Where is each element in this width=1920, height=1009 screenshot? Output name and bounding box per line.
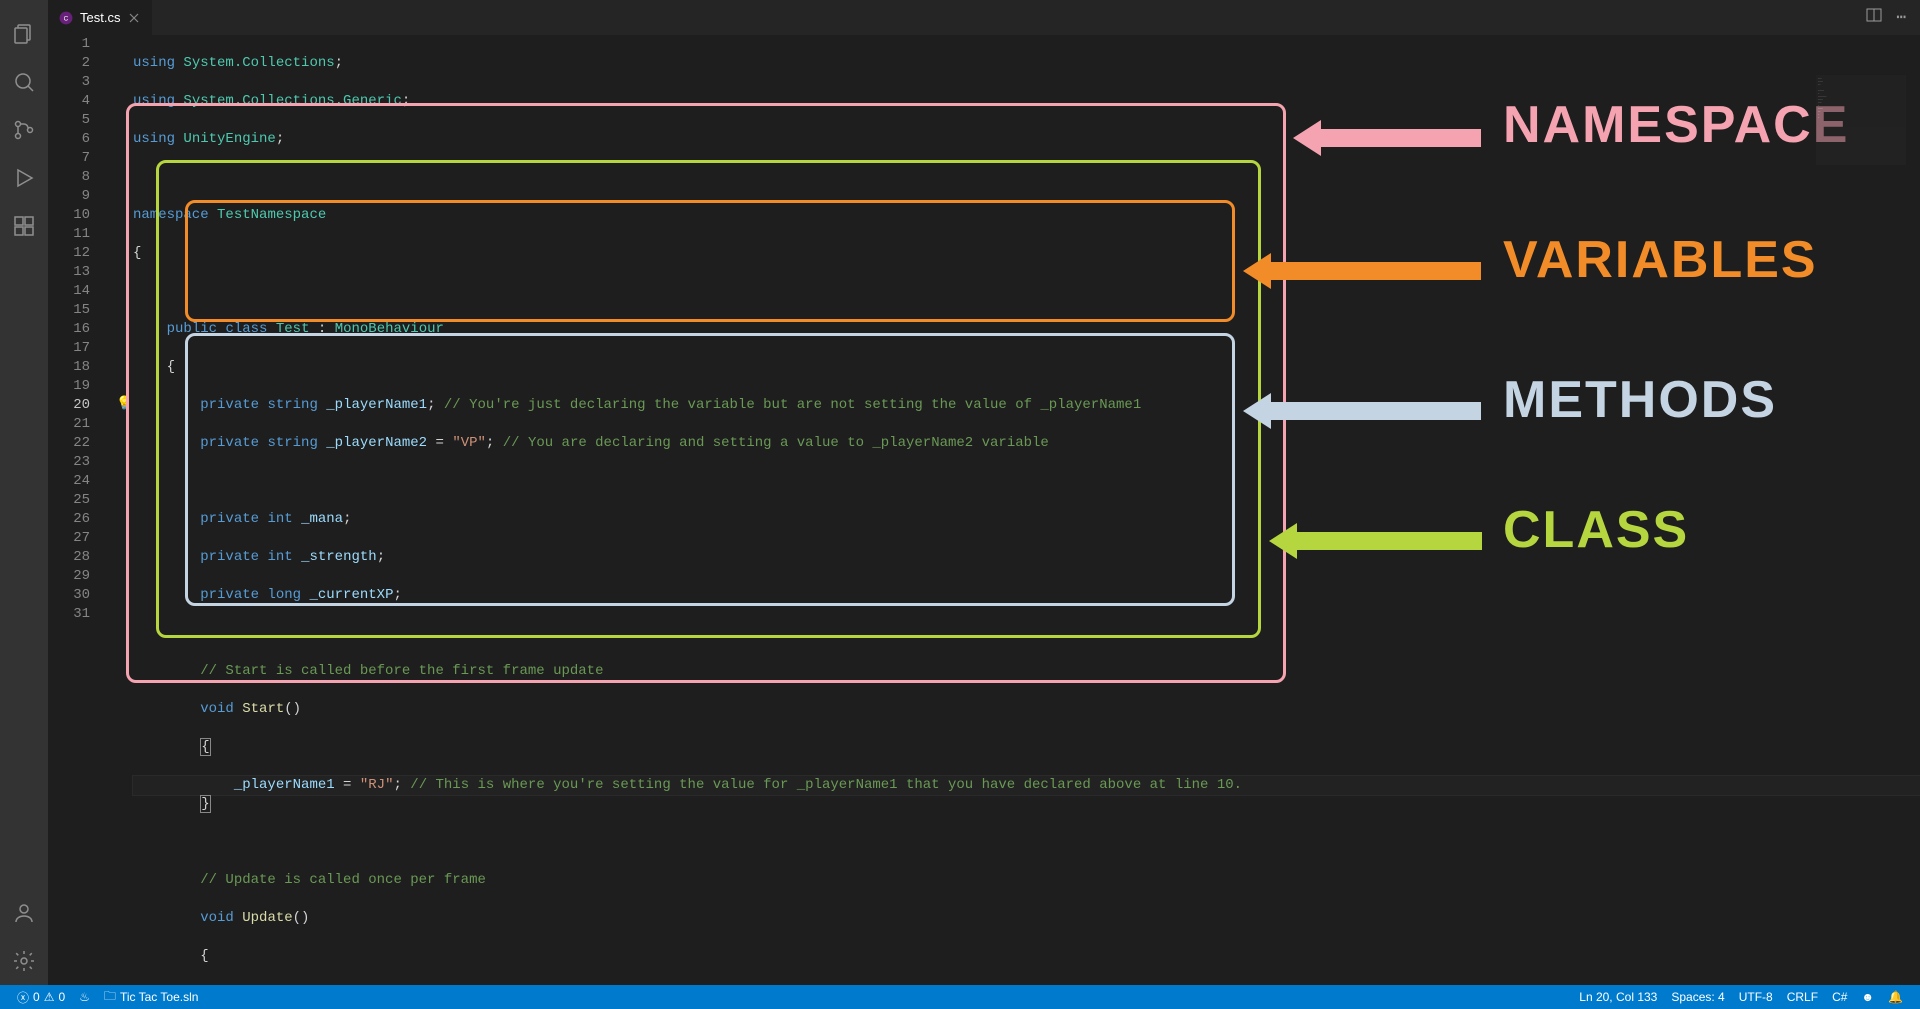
- svg-text:C: C: [64, 15, 69, 22]
- status-bar: ⓧ0 ⚠0 ♨ 🗀Tic Tac Toe.sln Ln 20, Col 133 …: [0, 985, 1920, 1009]
- split-editor-icon[interactable]: [1866, 7, 1882, 28]
- class-arrow: [1269, 523, 1482, 559]
- status-spaces[interactable]: Spaces: 4: [1664, 990, 1731, 1004]
- tab-actions: ⋯: [1866, 7, 1920, 28]
- close-icon[interactable]: [126, 10, 142, 26]
- error-icon: ⓧ: [17, 989, 29, 1006]
- status-errors[interactable]: ⓧ0 ⚠0: [10, 989, 72, 1006]
- tab-bar: C Test.cs ⋯: [48, 0, 1920, 35]
- run-debug-icon[interactable]: [0, 154, 48, 202]
- extensions-icon[interactable]: [0, 202, 48, 250]
- class-label: CLASS: [1503, 500, 1689, 560]
- status-encoding[interactable]: UTF-8: [1732, 990, 1780, 1004]
- csharp-file-icon: C: [58, 10, 74, 26]
- folder-icon: 🗀: [104, 987, 116, 1008]
- tab-test-cs[interactable]: C Test.cs: [48, 0, 152, 35]
- variables-label: VARIABLES: [1503, 230, 1818, 290]
- namespace-label: NAMESPACE: [1503, 95, 1849, 155]
- files-icon[interactable]: [0, 10, 48, 58]
- namespace-arrow: [1293, 120, 1481, 156]
- search-icon[interactable]: [0, 58, 48, 106]
- line-gutter: 1234567891011121314151617181920212223242…: [48, 35, 108, 624]
- feedback-icon[interactable]: ☻: [1854, 990, 1881, 1004]
- warning-icon: ⚠: [44, 990, 55, 1004]
- status-solution[interactable]: 🗀Tic Tac Toe.sln: [97, 987, 206, 1008]
- minimap[interactable]: ▬▬▬▬▬▬▬▬▬▬▬▬▬▬▬▬▬▬▬▬▬▬▬▬▬▬▬▬▬▬▬▬▬▬▬▬▬▬: [1816, 75, 1906, 165]
- editor[interactable]: 1234567891011121314151617181920212223242…: [48, 35, 1920, 985]
- variables-arrow: [1243, 253, 1481, 289]
- status-lang[interactable]: C#: [1825, 990, 1854, 1004]
- status-eol[interactable]: CRLF: [1780, 990, 1825, 1004]
- account-icon[interactable]: [0, 889, 48, 937]
- flame-icon: ♨: [79, 990, 90, 1004]
- settings-gear-icon[interactable]: [0, 937, 48, 985]
- lightbulb-icon[interactable]: 💡: [116, 396, 132, 411]
- status-position[interactable]: Ln 20, Col 133: [1572, 990, 1664, 1004]
- methods-arrow: [1243, 393, 1481, 429]
- activity-bar: [0, 0, 48, 985]
- methods-label: METHODS: [1503, 370, 1777, 430]
- tab-label: Test.cs: [80, 10, 120, 25]
- status-flame[interactable]: ♨: [72, 990, 97, 1004]
- more-icon[interactable]: ⋯: [1896, 7, 1906, 28]
- source-control-icon[interactable]: [0, 106, 48, 154]
- bell-icon[interactable]: 🔔: [1881, 990, 1910, 1004]
